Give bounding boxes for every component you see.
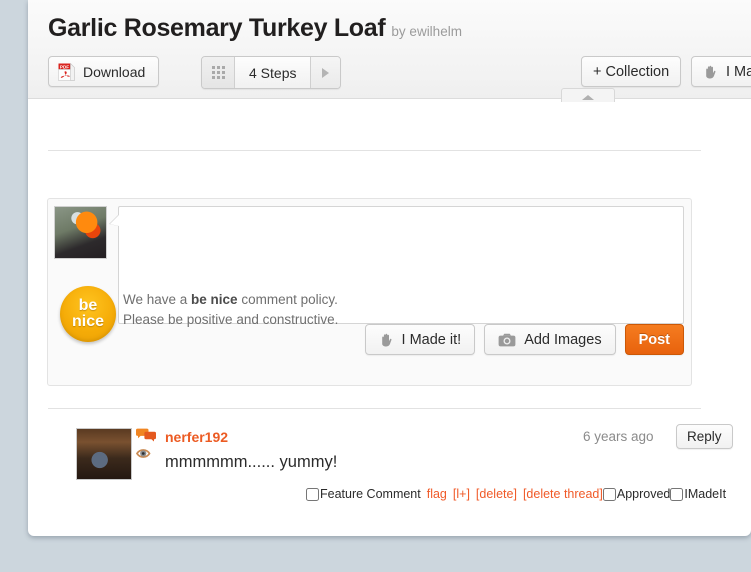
download-button[interactable]: PDF Download <box>48 56 160 87</box>
imadeit-checkbox[interactable] <box>670 487 684 501</box>
divider-comments <box>48 408 701 409</box>
steps-count-button[interactable]: 4 Steps <box>235 57 312 88</box>
imadeit-label: IMadeIt <box>684 487 727 501</box>
chevron-up-icon <box>582 95 594 100</box>
be-nice-line1: be <box>78 296 98 314</box>
approved-checkbox[interactable] <box>602 487 616 501</box>
comment-timestamp: 6 years ago <box>583 429 654 444</box>
eye-icon <box>135 446 157 461</box>
divider-top <box>48 150 701 151</box>
steps-label: 4 Steps <box>249 64 297 81</box>
collection-label: + Collection <box>593 63 670 80</box>
commenter-avatar[interactable] <box>76 428 132 480</box>
policy-bold: be nice <box>191 292 238 307</box>
hand-icon <box>379 332 395 348</box>
reply-button[interactable]: Reply <box>676 424 733 449</box>
be-nice-line2: nice <box>71 313 104 330</box>
page-title: Garlic Rosemary Turkey Loaf <box>48 14 386 42</box>
camera-icon <box>498 333 516 347</box>
comment-badges <box>135 428 161 461</box>
comment-author-link[interactable]: nerfer192 <box>165 429 228 445</box>
policy-suffix: comment policy. <box>237 292 338 307</box>
collapse-header-tab[interactable] <box>561 88 615 102</box>
play-triangle-icon <box>322 67 330 78</box>
post-label: Post <box>638 331 670 348</box>
steps-button-group[interactable]: 4 Steps <box>201 56 342 89</box>
comment-form-actions: I Made it! Add Images Post <box>364 324 684 355</box>
comment-moderation-row: Feature Comment flag [l+] [delete] [dele… <box>306 487 726 501</box>
header-made-it-label: I Made it <box>726 63 751 80</box>
header-i-made-it-button[interactable]: I Made it <box>691 56 751 87</box>
svg-text:PDF: PDF <box>60 64 69 69</box>
policy-prefix: We have a <box>123 292 192 307</box>
policy-line-2: Please be positive and constructive. <box>123 311 339 327</box>
avatar <box>54 206 107 259</box>
title-row: Garlic Rosemary Turkey Loaf by ewilhelm <box>48 14 462 43</box>
comment-form: be nice We have a be nice comment policy… <box>47 198 692 386</box>
grid-icon <box>211 66 225 79</box>
post-comment-button[interactable]: Post <box>624 324 684 355</box>
add-to-collection-button[interactable]: + Collection <box>581 56 682 87</box>
form-i-made-it-button[interactable]: I Made it! <box>364 324 476 355</box>
feature-comment-label: Feature Comment <box>320 487 421 501</box>
page-header: Garlic Rosemary Turkey Loaf by ewilhelm P… <box>28 0 751 102</box>
hand-icon <box>703 64 719 80</box>
byline: by ewilhelm <box>391 24 462 39</box>
approved-label: Approved <box>616 487 671 501</box>
speech-bubble-icon <box>135 428 157 443</box>
add-images-button[interactable]: Add Images <box>484 324 616 355</box>
speech-pointer-icon <box>110 215 119 226</box>
promote-link[interactable]: [l+] <box>453 487 470 501</box>
pdf-icon: PDF <box>58 62 75 81</box>
reply-label: Reply <box>687 429 722 444</box>
flag-link[interactable]: flag <box>427 487 447 501</box>
page-card: Garlic Rosemary Turkey Loaf by ewilhelm P… <box>28 0 751 536</box>
steps-next-button[interactable] <box>311 57 341 88</box>
add-images-label: Add Images <box>524 331 602 348</box>
feature-comment-checkbox[interactable] <box>306 487 319 501</box>
steps-grid-button[interactable] <box>202 57 235 88</box>
be-nice-badge: be nice <box>60 286 116 342</box>
comment-body: mmmmmm...... yummy! <box>165 453 338 471</box>
download-label: Download <box>83 63 146 80</box>
delete-link[interactable]: [delete] <box>476 487 517 501</box>
be-nice-policy-text: We have a be nice comment policy. Please… <box>123 290 338 329</box>
policy-line-1: We have a be nice comment policy. <box>123 290 338 310</box>
form-made-it-label: I Made it! <box>401 331 462 348</box>
delete-thread-link[interactable]: [delete thread] <box>523 487 603 501</box>
